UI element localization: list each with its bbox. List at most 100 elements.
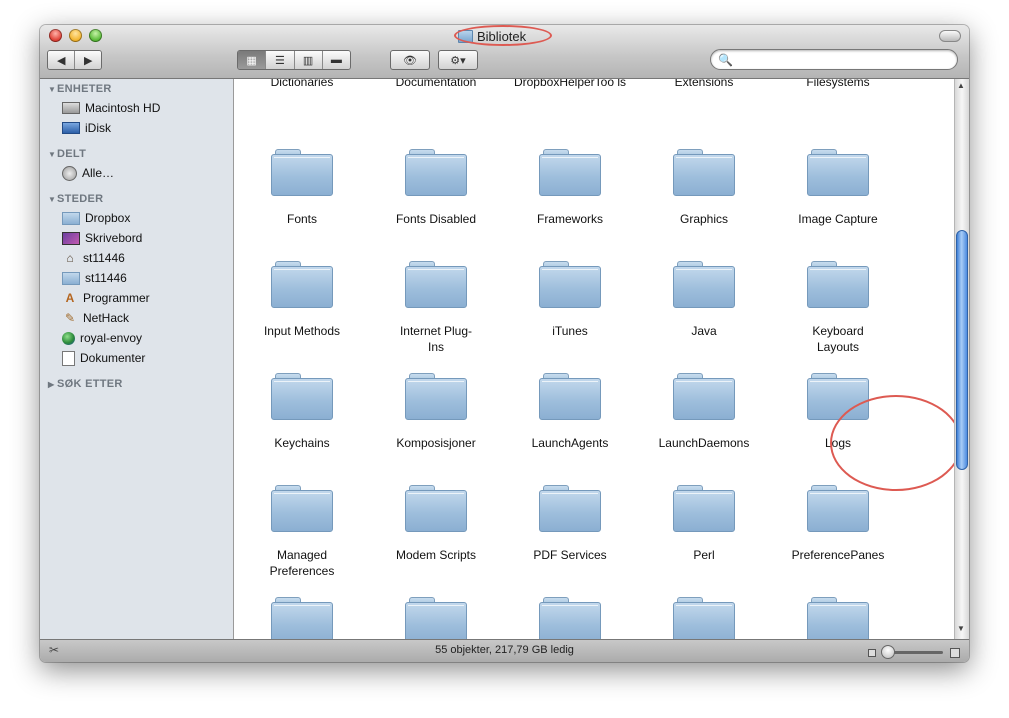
folder-icon[interactable]	[539, 597, 601, 639]
sidebar-item-documents[interactable]: Dokumenter	[62, 349, 145, 367]
folder-icon[interactable]	[673, 149, 735, 197]
library-folder-icon	[458, 29, 473, 43]
sidebar: ▼ENHETER Macintosh HD iDisk ▼DELT Alle… …	[40, 79, 234, 639]
search-icon: 🔍	[718, 53, 733, 67]
action-menu-button[interactable]: ⚙▾	[438, 50, 478, 70]
sidebar-item-applications[interactable]: A Programmer	[62, 289, 150, 307]
folder-icon[interactable]	[539, 373, 601, 421]
folder-icon[interactable]	[807, 485, 869, 533]
view-mode-control: ▦ ☰ ▥ ▬	[237, 50, 351, 70]
window-title: Bibliotek	[458, 27, 526, 45]
folder-label: Dictionaries	[270, 79, 334, 89]
folder-label: Filesystems	[806, 79, 870, 89]
globe-icon	[62, 331, 75, 345]
forward-button[interactable]: ▶	[75, 51, 101, 69]
folder-icon[interactable]	[539, 485, 601, 533]
folder-icon[interactable]	[673, 485, 735, 533]
folder-icon[interactable]	[539, 261, 601, 309]
folder-label[interactable]: Keychains	[235, 435, 369, 451]
quick-look-button[interactable]: 👁	[390, 50, 430, 70]
back-button[interactable]: ◀	[48, 51, 76, 69]
folder-label[interactable]: Fonts Disabled	[369, 211, 503, 227]
folder-icon[interactable]	[405, 261, 467, 309]
folder-icon[interactable]	[271, 373, 333, 421]
column-view-button[interactable]: ▥	[294, 51, 323, 69]
sidebar-section-devices[interactable]: ▼ENHETER	[48, 83, 112, 95]
folder-icon[interactable]	[271, 485, 333, 533]
folder-label[interactable]: LaunchAgents	[503, 435, 637, 451]
folder-label[interactable]: LaunchDaemons	[637, 435, 771, 451]
folder-label[interactable]: Internet Plug-Ins	[369, 323, 503, 355]
sidebar-item-royal-envoy[interactable]: royal-envoy	[62, 329, 142, 347]
folder-icon[interactable]	[807, 261, 869, 309]
folder-icon[interactable]	[271, 597, 333, 639]
sidebar-item-user-folder[interactable]: st11446	[62, 269, 127, 287]
status-text: 55 objekter, 217,79 GB ledig	[435, 644, 574, 656]
folder-icon[interactable]	[539, 149, 601, 197]
sidebar-item-macintosh-hd[interactable]: Macintosh HD	[62, 99, 160, 117]
icon-size-slider-knob[interactable]	[881, 645, 895, 659]
idisk-icon	[62, 122, 80, 134]
sidebar-section-places[interactable]: ▼STEDER	[48, 193, 103, 205]
folder-label[interactable]: Perl	[637, 547, 771, 563]
toolbar-toggle-button[interactable]	[939, 30, 961, 42]
folder-label[interactable]: iTunes	[503, 323, 637, 339]
scroll-up-arrow[interactable]: ▲	[957, 81, 965, 90]
folder-label[interactable]: Fonts	[235, 211, 369, 227]
folder-icon[interactable]	[807, 597, 869, 639]
sidebar-item-dropbox[interactable]: Dropbox	[62, 209, 130, 227]
search-input[interactable]	[733, 52, 952, 69]
folder-label[interactable]: Frameworks	[503, 211, 637, 227]
sidebar-section-search-for[interactable]: ▶ SØK ETTER	[48, 378, 123, 390]
home-icon: ⌂	[66, 251, 74, 265]
scrollbar-thumb[interactable]	[956, 230, 968, 470]
vertical-scrollbar[interactable]: ▲ ▼	[954, 79, 969, 639]
list-view-button[interactable]: ☰	[266, 51, 295, 69]
folder-icon[interactable]	[807, 149, 869, 197]
document-icon	[62, 350, 75, 366]
sidebar-item-desktop[interactable]: Skrivebord	[62, 229, 142, 247]
scroll-down-arrow[interactable]: ▼	[957, 624, 965, 633]
applications-icon: A	[65, 291, 75, 305]
icon-view-button[interactable]: ▦	[238, 51, 267, 69]
folder-icon[interactable]	[673, 373, 735, 421]
folder-label[interactable]: Komposisjoner	[369, 435, 503, 451]
search-field[interactable]: 🔍	[710, 49, 958, 70]
folder-icon[interactable]	[271, 149, 333, 197]
folder-label[interactable]: Graphics	[637, 211, 771, 227]
sidebar-item-idisk[interactable]: iDisk	[62, 119, 111, 137]
folder-label[interactable]: Keyboard Layouts	[771, 323, 905, 355]
status-bar: ✂ 55 objekter, 217,79 GB ledig	[40, 639, 969, 662]
hard-drive-icon	[62, 102, 80, 114]
sidebar-item-nethack[interactable]: ✎ NetHack	[62, 309, 129, 327]
folder-icon[interactable]	[405, 373, 467, 421]
folder-icon[interactable]	[673, 261, 735, 309]
folder-label[interactable]: Modem Scripts	[369, 547, 503, 563]
sidebar-section-shared[interactable]: ▼DELT	[48, 148, 86, 160]
zoom-small-icon	[868, 649, 876, 657]
folder-label[interactable]: PreferencePanes	[771, 547, 905, 563]
folder-icon[interactable]	[271, 261, 333, 309]
sidebar-item-all[interactable]: Alle…	[62, 164, 114, 182]
folder-label[interactable]: Managed Preferences	[235, 547, 369, 579]
coverflow-view-button[interactable]: ▬	[322, 51, 350, 69]
folder-label: Documentation	[395, 79, 477, 89]
folder-icon[interactable]	[807, 373, 869, 421]
close-button[interactable]	[49, 29, 62, 42]
folder-icon[interactable]	[405, 149, 467, 197]
folder-icon[interactable]	[405, 485, 467, 533]
finder-window: Bibliotek ◀ ▶ ▦ ☰ ▥ ▬ 👁 ⚙▾ 🔍 ▼ENHETER Ma…	[40, 25, 969, 662]
sidebar-item-home[interactable]: ⌂ st11446	[62, 249, 124, 267]
folder-label[interactable]: Input Methods	[235, 323, 369, 339]
folder-icon[interactable]	[673, 597, 735, 639]
folder-label[interactable]: Logs	[771, 435, 905, 451]
zoom-button[interactable]	[89, 29, 102, 42]
app-icon: ✎	[64, 311, 76, 325]
folder-label[interactable]: Image Capture	[771, 211, 905, 227]
folder-label[interactable]: PDF Services	[503, 547, 637, 563]
folder-label[interactable]: Java	[637, 323, 771, 339]
folder-label: Extensions	[674, 79, 734, 89]
minimize-button[interactable]	[69, 29, 82, 42]
folder-icon[interactable]	[405, 597, 467, 639]
folder-label: DropboxHelperToo ls	[513, 79, 627, 89]
